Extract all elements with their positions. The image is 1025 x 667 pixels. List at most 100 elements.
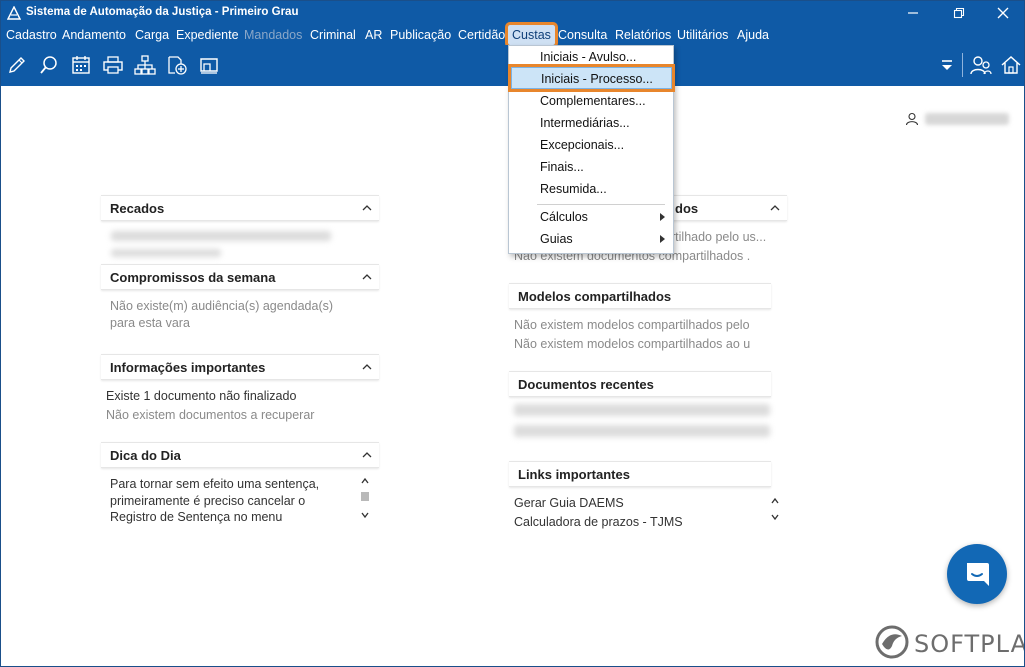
menu-andamento[interactable]: Andamento	[60, 25, 128, 45]
add-document-icon	[168, 56, 187, 75]
panel-compromissos-title: Compromissos da semana	[110, 270, 276, 285]
chevron-up-icon[interactable]	[361, 449, 373, 461]
scroll-down-icon[interactable]	[770, 512, 780, 522]
informacoes-link-documento[interactable]: Existe 1 documento não finalizado	[106, 387, 296, 406]
menu-item-complementares[interactable]: Complementares...	[509, 90, 673, 112]
close-button[interactable]	[980, 1, 1024, 25]
panel-informacoes-title: Informações importantes	[110, 360, 266, 375]
panel-dica-title: Dica do Dia	[110, 448, 181, 463]
close-icon	[997, 7, 1009, 19]
menu-expediente[interactable]: Expediente	[174, 25, 241, 45]
panel-informacoes-header[interactable]: Informações importantes	[101, 354, 379, 380]
menu-cadastro[interactable]: Cadastro	[4, 25, 59, 45]
menu-item-calculos[interactable]: Cálculos	[509, 206, 673, 228]
link-calculadora-prazos[interactable]: Calculadora de prazos - TJMS	[514, 513, 683, 532]
chevron-up-icon[interactable]	[361, 202, 373, 214]
app-window: Sistema de Automação da Justiça - Primei…	[0, 0, 1025, 667]
recados-content-redacted	[111, 231, 331, 241]
recentes-item-redacted-2[interactable]	[514, 425, 770, 437]
users-button[interactable]	[970, 54, 992, 76]
compromissos-line-2: para esta vara	[110, 316, 190, 330]
calendar-button[interactable]	[70, 54, 92, 76]
panel-dica-header[interactable]: Dica do Dia	[101, 442, 379, 468]
print-button[interactable]	[102, 54, 124, 76]
panel-modelos-title: Modelos compartilhados	[518, 289, 672, 304]
hierarchy-icon	[134, 55, 156, 75]
menu-item-iniciais-avulso[interactable]: Iniciais - Avulso...	[509, 46, 673, 68]
submenu-arrow-icon	[660, 213, 665, 221]
panel-recentes-header[interactable]: Documentos recentes	[509, 371, 771, 397]
menu-mandados[interactable]: Mandados	[242, 25, 304, 45]
chat-icon	[967, 563, 989, 586]
restore-icon	[953, 7, 965, 19]
users-icon	[970, 56, 992, 75]
scroll-up-icon[interactable]	[360, 476, 370, 486]
modelos-line-2: Não existem modelos compartilhados ao u	[514, 337, 751, 351]
menu-item-calculos-label: Cálculos	[540, 210, 588, 224]
softplan-brand: SOFTPLAN	[874, 622, 1024, 662]
folder-button[interactable]	[198, 54, 220, 76]
recados-content-redacted-2	[111, 249, 221, 257]
dica-scrollbar[interactable]	[358, 476, 372, 524]
menu-utilitarios[interactable]: Utilitários	[675, 25, 730, 45]
scroll-up-icon[interactable]	[770, 496, 780, 506]
chevron-up-icon[interactable]	[769, 202, 781, 214]
panel-recados-header[interactable]: Recados	[101, 195, 379, 221]
softplan-logo-icon	[875, 625, 909, 659]
menu-item-excepcionais[interactable]: Excepcionais...	[509, 134, 673, 156]
panel-recados-title: Recados	[110, 201, 165, 216]
menu-item-guias-label: Guias	[540, 232, 573, 246]
menu-consulta[interactable]: Consulta	[556, 25, 609, 45]
menu-item-intermediarias[interactable]: Intermediárias...	[509, 112, 673, 134]
submenu-arrow-icon	[660, 235, 665, 243]
title-bar: Sistema de Automação da Justiça - Primei…	[1, 1, 1024, 25]
panel-links-title: Links importantes	[518, 467, 630, 482]
informacoes-line-2: Não existem documentos a recuperar	[106, 408, 315, 422]
link-gerar-guia[interactable]: Gerar Guia DAEMS	[514, 494, 624, 513]
menu-ajuda[interactable]: Ajuda	[735, 25, 771, 45]
scroll-down-icon[interactable]	[360, 510, 370, 520]
scroll-thumb[interactable]	[361, 492, 369, 501]
calendar-icon	[72, 56, 90, 74]
menu-publicacao[interactable]: Publicação	[388, 25, 453, 45]
user-name-redacted	[925, 113, 1009, 125]
panel-documentos-compartilhados-title: dos	[675, 201, 699, 216]
menu-custas[interactable]: Custas	[505, 22, 558, 48]
edit-button[interactable]	[6, 54, 28, 76]
menu-item-guias[interactable]: Guias	[509, 228, 673, 250]
menu-item-finais[interactable]: Finais...	[509, 156, 673, 178]
hierarchy-button[interactable]	[134, 54, 156, 76]
documentos-compartilhados-line-1: rtilhado pelo us...	[671, 230, 767, 244]
home-button[interactable]	[1000, 54, 1022, 76]
menu-item-resumida[interactable]: Resumida...	[509, 178, 673, 200]
custas-dropdown-menu: Iniciais - Avulso... Iniciais - Processo…	[508, 45, 675, 254]
chevron-up-icon[interactable]	[361, 361, 373, 373]
menu-certidao[interactable]: Certidão	[456, 25, 507, 45]
minimize-button[interactable]	[890, 1, 936, 25]
chevron-up-icon[interactable]	[361, 271, 373, 283]
toolbar-dropdown-button[interactable]	[936, 54, 958, 76]
panel-modelos-header[interactable]: Modelos compartilhados	[509, 283, 771, 309]
dropdown-icon	[942, 60, 952, 70]
modelos-line-1: Não existem modelos compartilhados pelo	[514, 318, 750, 332]
add-document-button[interactable]	[166, 54, 188, 76]
menu-carga[interactable]: Carga	[133, 25, 171, 45]
printer-icon	[103, 56, 123, 74]
folder-icon	[200, 58, 218, 74]
toolbar-separator	[962, 53, 963, 77]
menu-item-iniciais-processo[interactable]: Iniciais - Processo...	[508, 64, 675, 92]
restore-button[interactable]	[936, 1, 982, 25]
search-process-icon	[40, 56, 57, 74]
search-process-button[interactable]	[38, 54, 60, 76]
links-scrollbar[interactable]	[768, 496, 782, 526]
panel-links-header[interactable]: Links importantes	[509, 461, 771, 487]
recentes-item-redacted-1[interactable]	[514, 404, 770, 416]
panel-compromissos-header[interactable]: Compromissos da semana	[101, 264, 379, 290]
menu-relatorios[interactable]: Relatórios	[613, 25, 673, 45]
brand-text: SOFTPLAN	[914, 630, 1024, 658]
user-icon	[905, 112, 919, 126]
menu-ar[interactable]: AR	[363, 25, 384, 45]
menu-criminal[interactable]: Criminal	[308, 25, 358, 45]
chat-button[interactable]	[947, 544, 1007, 604]
panel-recentes-title: Documentos recentes	[518, 377, 654, 392]
